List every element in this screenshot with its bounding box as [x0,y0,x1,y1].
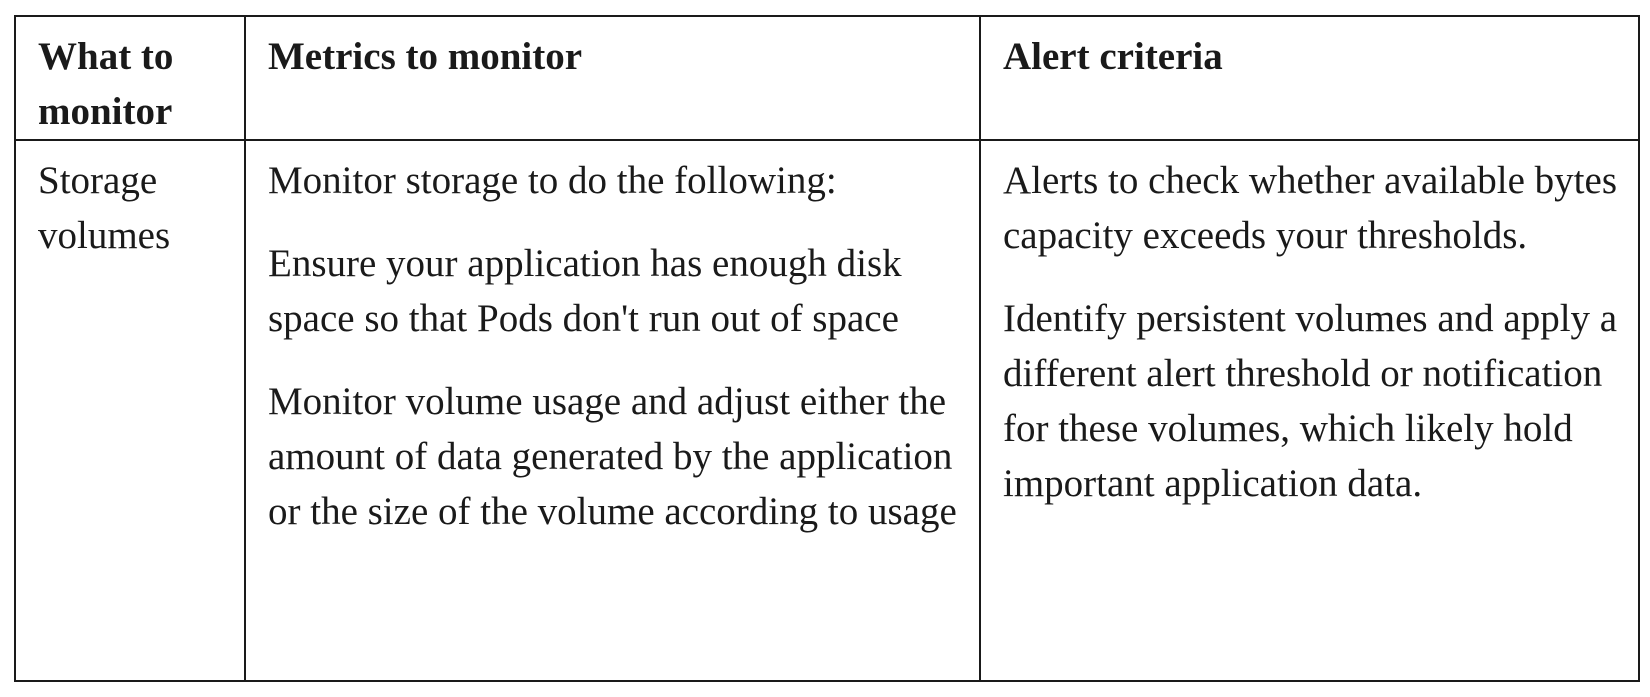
metrics-paragraph: Monitor storage to do the following: [268,159,837,202]
monitoring-table: What to monitor Metrics to monitor Alert… [14,15,1640,682]
cell-metrics-to-monitor: Monitor storage to do the following: Ens… [244,139,981,682]
table-header-row: What to monitor Metrics to monitor Alert… [14,15,1640,141]
alerts-paragraph: Identify persistent volumes and apply a … [1003,297,1618,505]
cell-alert-criteria: Alerts to check whether available bytes … [979,139,1640,682]
alerts-paragraph: Alerts to check whether available bytes … [1003,159,1618,257]
table-row: Storage volumes Monitor storage to do th… [14,139,1640,682]
header-alert-criteria: Alert criteria [979,15,1640,141]
cell-text: Storage volumes [38,159,171,257]
header-what-to-monitor: What to monitor [14,15,246,141]
cell-what-to-monitor: Storage volumes [14,139,246,682]
metrics-paragraph: Monitor volume usage and adjust either t… [268,380,957,533]
metrics-paragraph: Ensure your application has enough disk … [268,242,902,340]
header-metrics-to-monitor: Metrics to monitor [244,15,981,141]
